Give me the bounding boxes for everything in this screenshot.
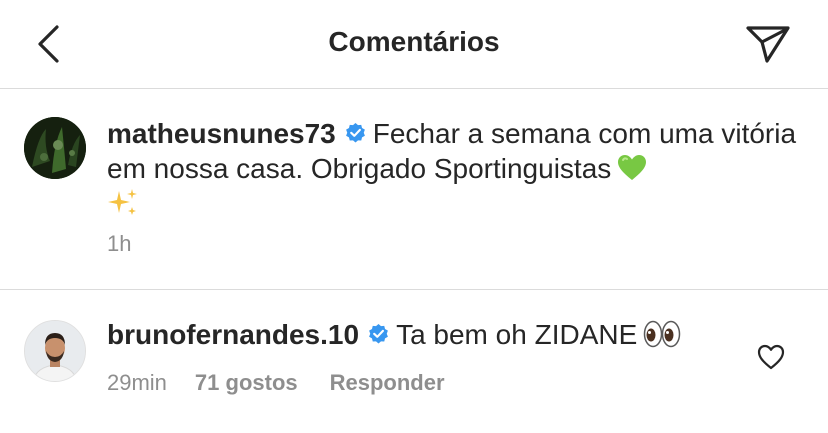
like-button[interactable]	[756, 343, 786, 371]
avatar[interactable]	[24, 117, 86, 179]
caption-timestamp: 1h	[107, 231, 132, 256]
comment-row: brunofernandes.10 Ta bem oh ZIDANE 29min…	[0, 290, 828, 433]
caption-block: matheusnunes73 Fechar a semana com uma v…	[0, 89, 828, 289]
heart-outline-icon	[757, 344, 785, 370]
comment-meta: 29min 71 gostos Responder	[107, 370, 445, 396]
reply-button[interactable]: Responder	[330, 370, 445, 395]
avatar-image	[24, 117, 86, 179]
avatar[interactable]	[24, 320, 86, 382]
verified-badge-icon	[345, 122, 365, 143]
green-heart-icon	[618, 155, 647, 180]
eyes-icon	[644, 320, 681, 348]
top-bar: Comentários	[0, 0, 828, 89]
page-title: Comentários	[328, 26, 500, 57]
share-button[interactable]	[744, 22, 792, 66]
comment-text: brunofernandes.10 Ta bem oh ZIDANE	[107, 317, 747, 352]
comment-body: Ta bem oh ZIDANE	[396, 319, 638, 350]
comment-timestamp: 29min	[107, 370, 167, 395]
caption-username[interactable]: matheusnunes73	[107, 118, 336, 149]
verified-badge-icon	[369, 323, 388, 344]
sparkles-icon	[108, 189, 137, 215]
avatar-image	[25, 321, 85, 381]
comment-username[interactable]: brunofernandes.10	[107, 319, 359, 350]
paper-plane-icon	[746, 26, 790, 63]
likes-count-link[interactable]: 71 gostos	[195, 370, 298, 395]
caption-text: matheusnunes73 Fechar a semana com uma v…	[107, 116, 797, 221]
